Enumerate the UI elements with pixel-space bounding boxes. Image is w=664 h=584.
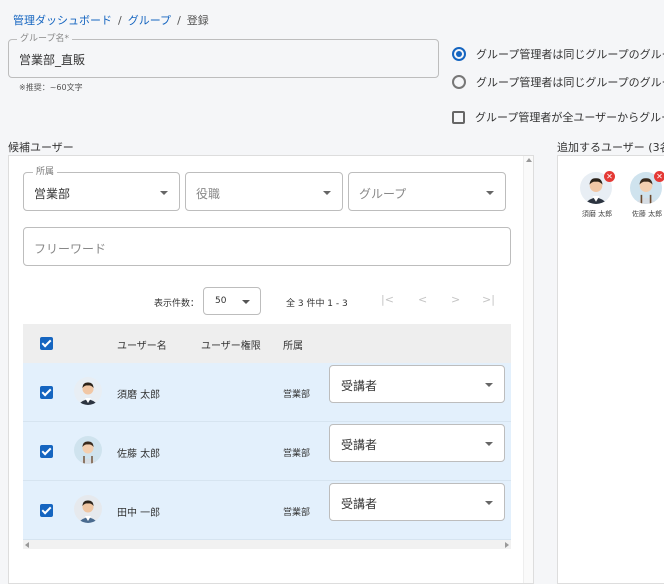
avatar bbox=[74, 495, 102, 523]
candidate-users-panel: 所属 営業部 役職 グループ フリーワード 表示件数： 50 全 3 件中 1 … bbox=[8, 155, 534, 584]
user-name: 須磨 太郎 bbox=[117, 390, 161, 401]
remove-user-icon[interactable]: ✕ bbox=[604, 171, 615, 182]
chevron-down-icon bbox=[485, 442, 493, 446]
radio-option-2-label: グループ管理者は同じグループのグループ bbox=[476, 76, 664, 89]
freeword-input[interactable]: フリーワード bbox=[23, 227, 511, 266]
breadcrumb-current: 登録 bbox=[186, 14, 209, 27]
candidate-users-table: ユーザー名 ユーザー権限 所属 須磨 太郎 営業部 受講者 佐藤 太郎 営業部 … bbox=[23, 324, 511, 540]
breadcrumb: 管理ダッシュボード / グループ / 登録 bbox=[13, 12, 209, 28]
role-value: 受講者 bbox=[341, 497, 378, 511]
role-select[interactable]: 受講者 bbox=[329, 483, 505, 521]
table-row[interactable]: 田中 一郎 営業部 受講者 bbox=[23, 481, 511, 540]
chevron-down-icon bbox=[242, 300, 250, 304]
horizontal-scrollbar[interactable] bbox=[23, 540, 511, 549]
role-select[interactable]: 役職 bbox=[185, 172, 343, 211]
avatar bbox=[74, 436, 102, 464]
per-page-label: 表示件数： bbox=[154, 299, 200, 309]
chevron-down-icon bbox=[486, 191, 494, 195]
role-select[interactable]: 受講者 bbox=[329, 424, 505, 462]
per-page-value: 50 bbox=[215, 296, 227, 306]
group-select[interactable]: グループ bbox=[348, 172, 506, 211]
column-header-username: ユーザー名 bbox=[117, 341, 167, 352]
user-department: 営業部 bbox=[283, 390, 311, 400]
user-name: 田中 一郎 bbox=[117, 508, 161, 519]
chevron-down-icon bbox=[485, 383, 493, 387]
candidates-title: 候補ユーザー bbox=[8, 141, 74, 154]
checkbox-option-label: グループ管理者が全ユーザーからグループ bbox=[475, 111, 664, 124]
role-value: 受講者 bbox=[341, 379, 378, 393]
chevron-down-icon bbox=[160, 191, 168, 195]
select-all-checkbox[interactable] bbox=[40, 337, 53, 350]
group-name-label: グループ名* bbox=[17, 33, 72, 45]
scroll-left-icon[interactable] bbox=[25, 542, 29, 548]
column-header-department: 所属 bbox=[283, 341, 303, 352]
radio-option-1[interactable]: グループ管理者は同じグループのグループ bbox=[452, 46, 664, 62]
freeword-placeholder: フリーワード bbox=[34, 242, 107, 256]
table-row[interactable]: 佐藤 太郎 営業部 受講者 bbox=[23, 422, 511, 481]
remove-user-icon[interactable]: ✕ bbox=[654, 171, 664, 182]
radio-unselected-icon[interactable] bbox=[452, 75, 466, 89]
group-name-value: 営業部_直販 bbox=[19, 53, 86, 67]
checkbox-unchecked-icon[interactable] bbox=[452, 110, 465, 124]
breadcrumb-separator: / bbox=[177, 13, 181, 27]
added-user-name: 須磨 太郎 bbox=[581, 210, 613, 218]
row-checkbox[interactable] bbox=[40, 504, 53, 517]
scroll-up-icon[interactable] bbox=[526, 158, 532, 162]
group-name-hint: ※推奨：~60文字 bbox=[19, 83, 83, 92]
row-checkbox[interactable] bbox=[40, 445, 53, 458]
radio-selected-icon[interactable] bbox=[452, 47, 466, 61]
table-header: ユーザー名 ユーザー権限 所属 bbox=[23, 324, 511, 363]
role-select-placeholder: 役職 bbox=[196, 187, 221, 201]
scroll-right-icon[interactable] bbox=[505, 542, 509, 548]
pager-range: 全 3 件中 1 - 3 bbox=[286, 299, 348, 309]
prev-page-icon[interactable]: < bbox=[418, 293, 427, 306]
first-page-icon[interactable]: |< bbox=[381, 293, 394, 306]
per-page-select[interactable]: 50 bbox=[203, 287, 261, 315]
group-select-placeholder: グループ bbox=[359, 187, 407, 201]
breadcrumb-dashboard-link[interactable]: 管理ダッシュボード bbox=[13, 12, 112, 28]
group-name-field[interactable]: グループ名* 営業部_直販 bbox=[8, 33, 439, 78]
chevron-down-icon bbox=[485, 501, 493, 505]
breadcrumb-group-link[interactable]: グループ bbox=[128, 12, 171, 28]
user-department: 営業部 bbox=[283, 508, 311, 518]
column-header-permission: ユーザー権限 bbox=[201, 341, 261, 352]
checkbox-option[interactable]: グループ管理者が全ユーザーからグループ bbox=[452, 109, 664, 125]
next-page-icon[interactable]: > bbox=[451, 293, 460, 306]
department-select-label: 所属 bbox=[33, 166, 58, 178]
department-select[interactable]: 所属 営業部 bbox=[23, 166, 180, 211]
radio-option-1-label: グループ管理者は同じグループのグループ bbox=[476, 48, 664, 61]
vertical-scrollbar[interactable] bbox=[523, 156, 533, 583]
added-users-title: 追加するユーザー (3名) bbox=[557, 141, 664, 154]
avatar bbox=[74, 377, 102, 405]
role-value: 受講者 bbox=[341, 438, 378, 452]
user-name: 佐藤 太郎 bbox=[117, 449, 161, 460]
user-department: 営業部 bbox=[283, 449, 311, 459]
last-page-icon[interactable]: >| bbox=[482, 293, 495, 306]
role-select[interactable]: 受講者 bbox=[329, 365, 505, 403]
chevron-down-icon bbox=[323, 191, 331, 195]
radio-option-2[interactable]: グループ管理者は同じグループのグループ bbox=[452, 74, 664, 90]
department-select-value: 営業部 bbox=[34, 187, 71, 201]
added-user-name: 佐藤 太郎 bbox=[631, 210, 663, 218]
table-row[interactable]: 須磨 太郎 営業部 受講者 bbox=[23, 363, 511, 422]
added-users-panel: ✕ 須磨 太郎 ✕ 佐藤 太郎 bbox=[557, 155, 664, 584]
breadcrumb-separator: / bbox=[118, 13, 122, 27]
row-checkbox[interactable] bbox=[40, 386, 53, 399]
